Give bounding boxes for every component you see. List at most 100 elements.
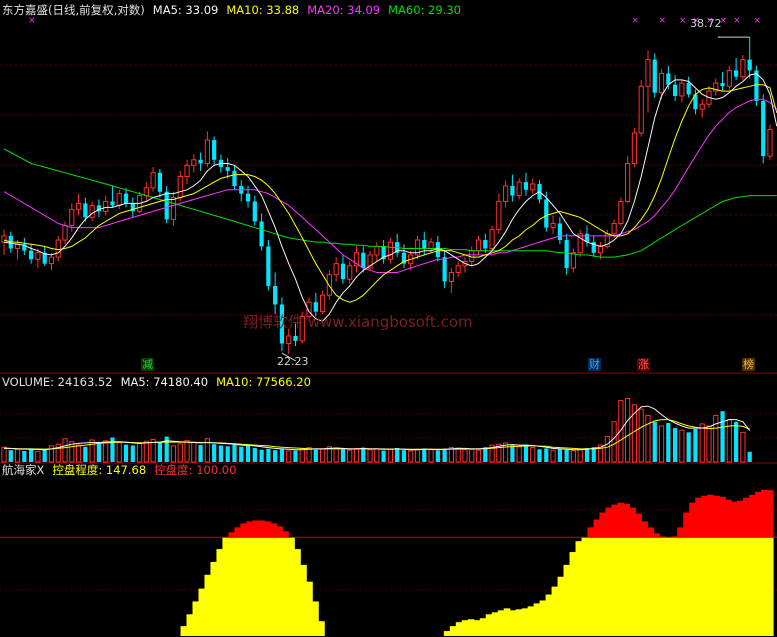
control-degree-bar xyxy=(204,574,212,636)
control-degree-bar xyxy=(461,620,469,636)
control-degree-bar xyxy=(306,581,313,636)
candle-body xyxy=(333,263,339,276)
candle-body xyxy=(252,201,257,222)
candle-body xyxy=(374,245,380,256)
volume-bar xyxy=(367,449,373,463)
control-degree-bar xyxy=(503,608,511,636)
badge-jian: 减 xyxy=(141,358,154,371)
volume-bar xyxy=(570,450,577,463)
volume-bar xyxy=(564,449,569,462)
candle-body xyxy=(116,193,122,206)
volume-bar xyxy=(143,440,149,463)
volume-bar xyxy=(62,438,68,463)
control-degree-bar xyxy=(593,537,601,636)
control-degree-bar xyxy=(575,541,583,636)
badge-bang: 榜 xyxy=(742,358,755,371)
control-excess-bar xyxy=(731,501,738,538)
volume-bar xyxy=(273,450,278,462)
candle-body xyxy=(489,229,495,250)
control-excess-bar xyxy=(695,497,702,538)
volume-bar xyxy=(713,414,719,463)
volume-bar xyxy=(672,428,678,462)
control-degree-bar xyxy=(659,537,666,636)
control-degree-bar xyxy=(623,537,630,636)
control-degree-bar xyxy=(521,608,529,636)
volume-ma10-label: MA10: 77566.20 xyxy=(216,375,311,389)
control-degree-bar xyxy=(725,537,732,636)
volume-bar xyxy=(550,449,556,463)
candle-body xyxy=(55,239,61,258)
control-excess-bar xyxy=(713,495,720,538)
volume-bar xyxy=(191,442,197,463)
control-degree-bar xyxy=(252,537,259,636)
control-excess-bar xyxy=(725,499,732,538)
volume-bar xyxy=(604,436,610,463)
candle-body xyxy=(198,159,203,164)
volume-bar xyxy=(591,447,596,462)
candle-body xyxy=(652,59,657,93)
control-excess-bar xyxy=(599,512,607,538)
control-excess-bar xyxy=(258,520,265,538)
control-excess-bar xyxy=(240,523,247,538)
volume-bar xyxy=(455,447,461,463)
control-degree-bar xyxy=(264,537,271,636)
candle-body xyxy=(666,73,671,85)
volume-bar xyxy=(734,421,739,462)
volume-bar xyxy=(225,446,230,462)
candle-body xyxy=(89,204,95,218)
candle-body xyxy=(658,73,665,94)
control-degree-bar xyxy=(653,537,660,636)
candle-body xyxy=(767,129,773,157)
control-degree-bar xyxy=(443,631,451,636)
volume-bar xyxy=(266,448,271,462)
volume-bar xyxy=(232,444,237,462)
volume-bar xyxy=(22,450,27,462)
candle-body xyxy=(29,250,34,260)
control-degree-bar xyxy=(479,618,487,636)
control-degree-bar xyxy=(288,537,295,636)
volume-bar xyxy=(537,449,542,462)
volume-bar xyxy=(353,447,360,463)
volume-bar xyxy=(110,437,115,462)
volume-bar xyxy=(170,445,177,463)
control-excess-bar xyxy=(623,503,630,538)
candle-body xyxy=(69,208,75,227)
volume-bar xyxy=(177,443,183,463)
ma60-label: MA60: 29.30 xyxy=(388,3,461,17)
control-degree-bar xyxy=(246,537,253,636)
control-degree-bar xyxy=(186,614,194,636)
control-degree-bar xyxy=(755,537,762,636)
candle-body xyxy=(475,239,482,252)
control-excess-bar xyxy=(593,519,601,538)
control-excess-bar xyxy=(689,502,696,538)
signal-marker: × xyxy=(659,16,667,26)
candle-body xyxy=(123,193,129,204)
control-degree-bar xyxy=(455,622,463,636)
volume-bar xyxy=(42,449,47,462)
volume-bar xyxy=(136,442,143,463)
candle-body xyxy=(645,59,651,87)
volume-bar xyxy=(679,429,685,463)
control-degree-bar xyxy=(258,537,265,636)
volume-bar xyxy=(286,450,292,463)
control-degree-bar xyxy=(761,537,768,636)
volume-bar xyxy=(1,446,7,463)
candle-body xyxy=(83,203,88,218)
candle-body xyxy=(48,256,55,265)
control-degree-bar xyxy=(767,537,774,636)
volume-bar xyxy=(584,448,590,462)
control-degree-bar xyxy=(539,600,547,636)
control-excess-bar xyxy=(677,527,684,538)
volume-bar xyxy=(89,439,95,463)
control-degree-bar xyxy=(737,537,744,636)
control-degree-bar xyxy=(587,537,595,636)
volume-bar xyxy=(658,425,665,463)
control-degree-bar xyxy=(599,537,607,636)
candle-body xyxy=(625,162,631,202)
volume-bar xyxy=(448,447,454,463)
candle-body xyxy=(469,250,475,262)
volume-bar xyxy=(475,449,482,463)
volume-bar xyxy=(740,431,746,463)
price-header: 东方嘉盛(日线,前复权,对数) MA5: 33.09 MA10: 33.88 MA20… xyxy=(2,3,469,17)
volume-bar xyxy=(333,447,339,463)
